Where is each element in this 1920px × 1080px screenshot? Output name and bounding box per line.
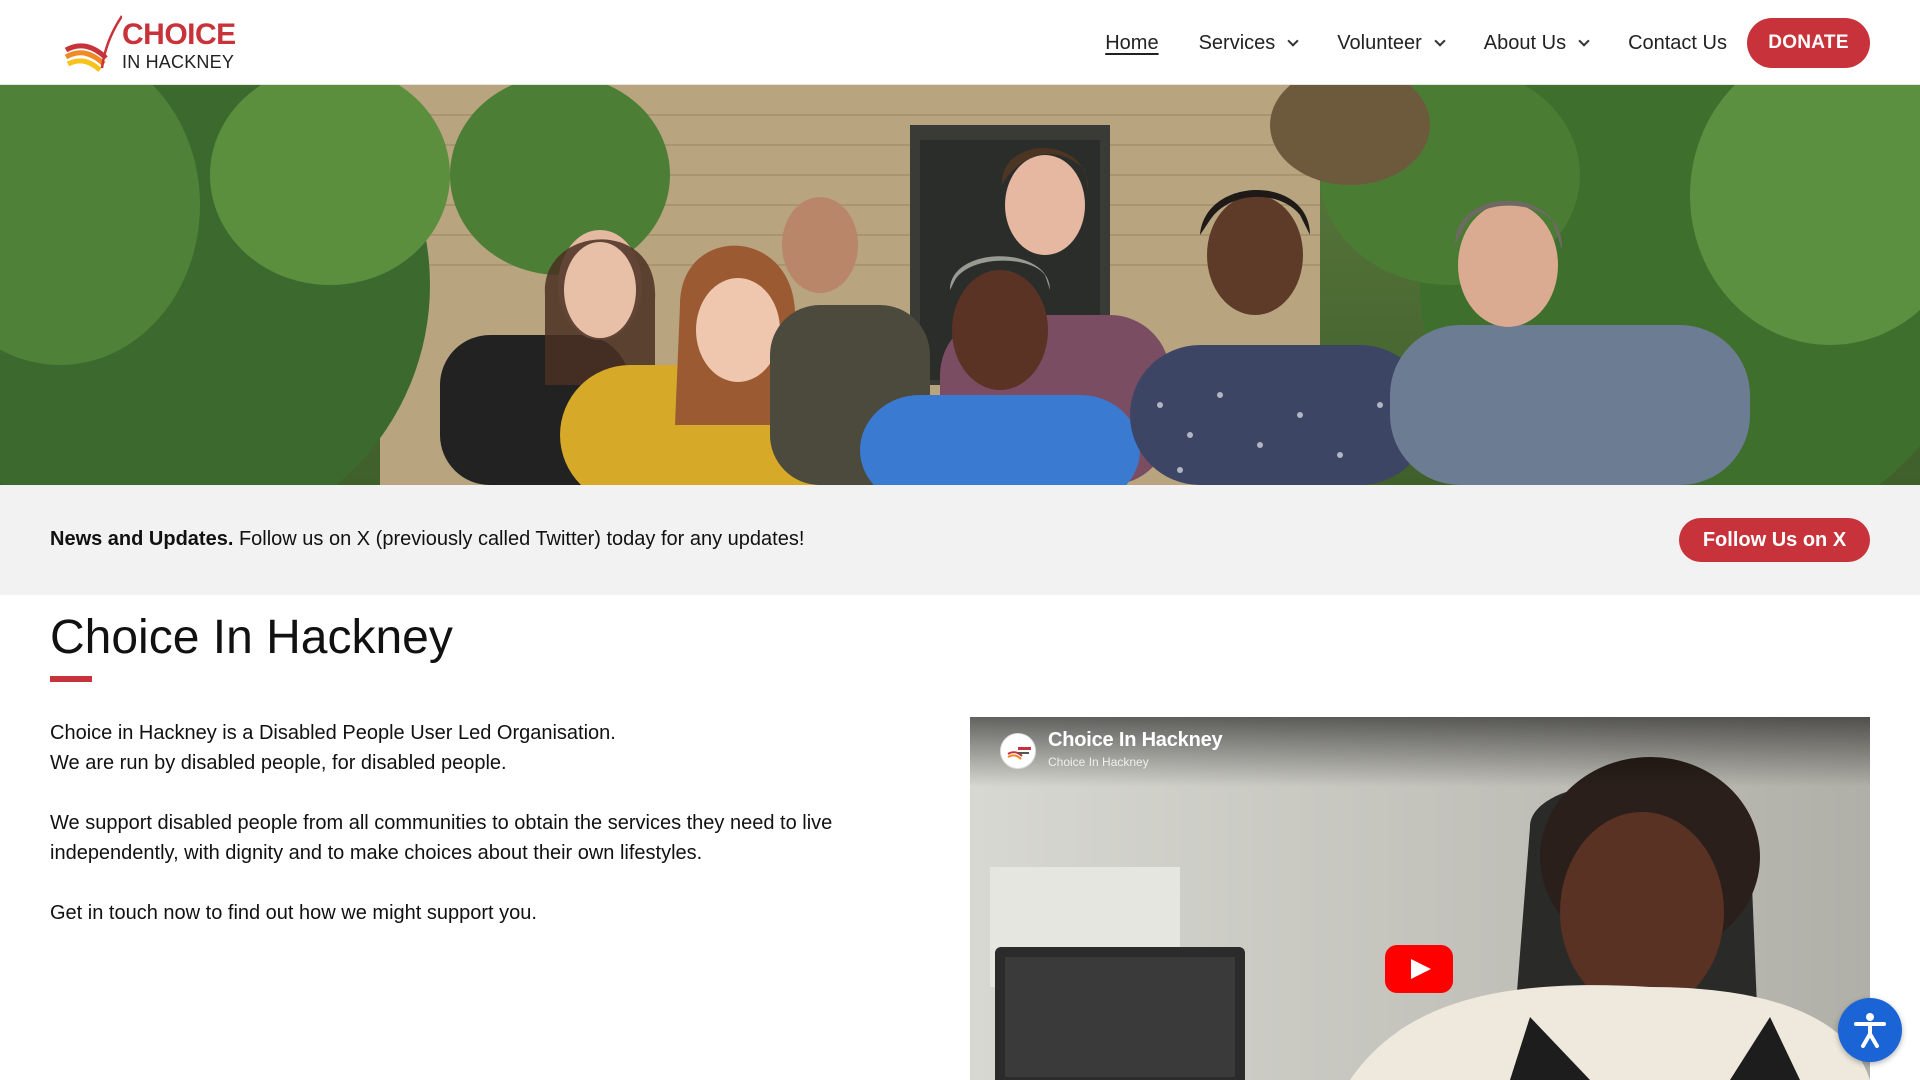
channel-avatar[interactable]	[1000, 733, 1036, 769]
video-title[interactable]: Choice In Hackney	[1048, 729, 1223, 752]
site-header: CHOICE IN HACKNEY Home Services Voluntee…	[0, 0, 1920, 85]
youtube-video-embed[interactable]: Choice In Hackney Choice In Hackney	[970, 717, 1870, 1080]
logo-text-secondary: IN HACKNEY	[122, 52, 235, 72]
intro-line: We are run by disabled people, for disab…	[50, 752, 507, 774]
nav-contact-us-label: Contact Us	[1628, 31, 1727, 54]
title-underline	[50, 676, 92, 682]
nav-volunteer[interactable]: Volunteer	[1337, 31, 1446, 55]
video-overlay-bar	[970, 717, 1870, 787]
nav-volunteer-label: Volunteer	[1337, 31, 1422, 54]
intro-paragraph: Choice in Hackney is a Disabled People U…	[50, 718, 910, 778]
chevron-down-icon	[1578, 34, 1590, 47]
hero-image	[0, 85, 1920, 485]
main-nav: Home Services Volunteer About Us Contact…	[1065, 18, 1870, 68]
accessibility-icon	[1854, 1013, 1886, 1048]
accessibility-button[interactable]	[1838, 998, 1902, 1062]
video-channel-name[interactable]: Choice In Hackney	[1048, 755, 1149, 769]
nav-services[interactable]: Services	[1198, 31, 1299, 55]
chevron-down-icon	[1287, 34, 1299, 47]
news-body: Follow us on X (previously called Twitte…	[238, 528, 805, 550]
logo-text-primary: CHOICE	[122, 18, 236, 51]
follow-on-x-button[interactable]: Follow Us on X	[1679, 518, 1870, 562]
news-message: News and Updates. Follow us on X (previo…	[50, 528, 804, 551]
intro-text: Choice in Hackney is a Disabled People U…	[50, 718, 910, 958]
page-title: Choice In Hackney	[50, 611, 453, 664]
nav-services-label: Services	[1198, 31, 1276, 54]
nav-contact-us[interactable]: Contact Us	[1628, 32, 1727, 55]
logo-swoosh-icon	[64, 15, 122, 72]
intro-paragraph: Get in touch now to find out how we migh…	[50, 902, 537, 924]
nav-about-us[interactable]: About Us	[1483, 31, 1590, 55]
intro-paragraph: We support disabled people from all comm…	[50, 812, 833, 864]
play-icon[interactable]	[1385, 945, 1453, 993]
nav-home-label: Home	[1105, 31, 1159, 54]
news-bar: News and Updates. Follow us on X (previo…	[0, 485, 1920, 595]
site-logo[interactable]: CHOICE IN HACKNEY	[62, 12, 242, 74]
news-heading: News and Updates.	[50, 528, 234, 550]
intro-line: Choice in Hackney is a Disabled People U…	[50, 722, 616, 744]
nav-home[interactable]: Home	[1105, 32, 1158, 55]
nav-about-us-label: About Us	[1483, 31, 1567, 54]
chevron-down-icon	[1434, 34, 1446, 47]
donate-button[interactable]: DONATE	[1747, 18, 1870, 68]
